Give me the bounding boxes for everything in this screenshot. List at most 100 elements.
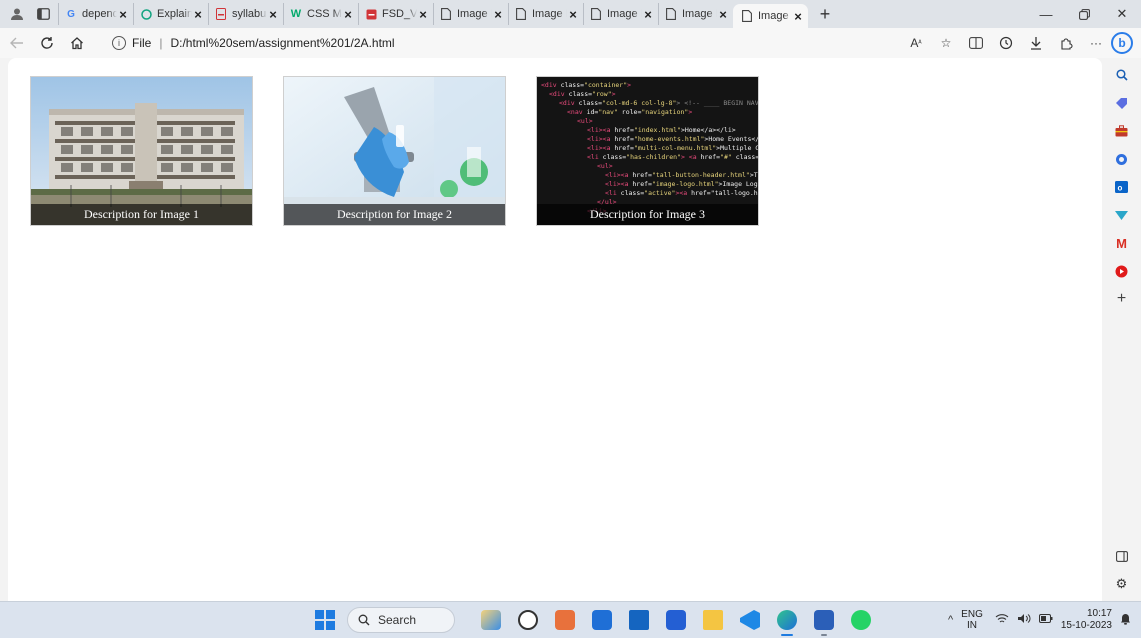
region-code: IN [967,620,977,631]
notification-bell-icon[interactable] [1120,613,1131,628]
calculator-icon[interactable] [588,606,616,634]
vscode-icon[interactable] [736,606,764,634]
sidebar-toggle-icon[interactable] [1111,545,1133,567]
split-screen-icon[interactable] [961,30,991,56]
svg-text:<li class="active"><a href="ta: <li class="active"><a href="tall-logo.ht… [605,189,759,197]
close-tab-icon[interactable]: × [267,7,279,22]
info-icon[interactable]: i [112,36,126,50]
restore-icon[interactable] [1065,0,1103,28]
browser-toolbar: i File | D:/html%20sem/assignment%201/2A… [0,28,1141,58]
chevron-up-icon[interactable]: ^ [948,614,953,626]
tab-4[interactable]: FSD_Vsem × [358,3,433,25]
close-tab-icon[interactable]: × [642,7,654,22]
address-bar[interactable]: i File | D:/html%20sem/assignment%201/2A… [112,31,872,55]
close-tab-icon[interactable]: × [417,7,429,22]
gallery-card-3[interactable]: <div class="container"> <div class="row"… [536,76,759,226]
image-caption: Description for Image 1 [31,204,252,225]
tab-0[interactable]: G dependent × [58,3,133,25]
close-tab-icon[interactable]: × [492,7,504,22]
svg-text:<li><a href="multi-col-menu.ht: <li><a href="multi-col-menu.html">Multip… [587,144,759,152]
history-icon[interactable] [991,30,1021,56]
google-icon: G [67,8,75,20]
svg-text:<li><a href="index.html">Home<: <li><a href="index.html">Home</a></li> [587,126,736,134]
home-button[interactable] [64,31,90,55]
language-indicator[interactable]: ENG IN [961,609,983,631]
tab-label: Image Hov [758,10,792,22]
tab-3[interactable]: W CSS Media × [283,3,358,25]
briefcase-icon[interactable] [1111,120,1133,142]
extensions-icon[interactable] [1051,30,1081,56]
file-explorer-icon[interactable] [699,606,727,634]
settings-gear-icon[interactable]: ⚙ [1111,573,1133,595]
refresh-button[interactable] [34,31,60,55]
youtube-icon[interactable] [1111,260,1133,282]
pdf-icon [215,8,227,20]
tab-label: Image Hov [457,8,492,20]
close-tab-icon[interactable]: × [567,7,579,22]
taskbar-search[interactable]: Search [347,607,455,633]
app-orange-icon[interactable] [551,606,579,634]
read-aloud-icon[interactable]: Aᴬ [901,30,931,56]
gallery-card-1[interactable]: Description for Image 1 [30,76,253,226]
tab-8[interactable]: Image Hov × [658,3,733,25]
image-caption: Description for Image 3 [537,204,758,225]
close-tab-icon[interactable]: × [117,7,129,22]
more-options-icon[interactable]: ··· [1081,30,1111,56]
drop-icon[interactable] [1111,204,1133,226]
tab-2[interactable]: syllabus.pd × [208,3,283,25]
battery-icon[interactable] [1038,614,1053,626]
start-button[interactable] [315,610,335,630]
office-icon[interactable] [1111,148,1133,170]
svg-text:<div class="row">: <div class="row"> [549,90,616,98]
tab-actions-icon[interactable] [34,5,52,23]
outlook-icon[interactable]: o [1111,176,1133,198]
search-icon[interactable] [1111,64,1133,86]
downloads-icon[interactable] [1021,30,1051,56]
profile-icon[interactable] [8,5,26,23]
system-clock[interactable]: 10:17 15-10-2023 [1061,608,1112,632]
gmail-icon[interactable]: M [1111,232,1133,254]
mail-icon[interactable] [625,606,653,634]
close-tab-icon[interactable]: × [342,7,354,22]
svg-text:<div class="container">: <div class="container"> [541,81,631,89]
page-icon [440,8,452,20]
close-window-icon[interactable]: ✕ [1103,0,1141,28]
url-text: D:/html%20sem/assignment%201/2A.html [170,36,395,50]
close-tab-icon[interactable]: × [717,7,729,22]
edge-icon[interactable] [773,606,801,636]
clock-date: 15-10-2023 [1060,620,1112,631]
wifi-icon[interactable] [995,613,1009,627]
word-icon[interactable] [810,606,838,636]
close-tab-icon[interactable]: × [792,9,804,24]
pdf-icon [365,8,377,20]
store-icon[interactable] [662,606,690,634]
svg-text:<li><a href="home-events.html": <li><a href="home-events.html">Home Even… [587,135,759,143]
tab-9-active[interactable]: Image Hov × [733,4,808,28]
tab-label: Image Hov [607,8,642,20]
gallery-card-2[interactable]: Description for Image 2 [283,76,506,226]
tab-5[interactable]: Image Hov × [433,3,508,25]
page-icon [741,10,753,22]
address-prefix: File [132,36,152,50]
copilot-icon[interactable]: b [1111,32,1133,54]
tab-6[interactable]: Image Hov × [508,3,583,25]
minimize-icon[interactable]: — [1027,0,1065,28]
volume-icon[interactable] [1017,613,1031,627]
tab-1[interactable]: Explaining × [133,3,208,25]
page-icon [590,8,602,20]
tag-icon[interactable] [1111,92,1133,114]
close-tab-icon[interactable]: × [192,7,204,22]
widgets-icon[interactable] [477,606,505,634]
lang-code: ENG [961,609,983,620]
back-button[interactable] [4,31,30,55]
page-content: Description for Image 1 Description for … [8,58,1102,601]
tab-7[interactable]: Image Hov × [583,3,658,25]
svg-text:<ul>: <ul> [597,162,613,170]
image-caption: Description for Image 2 [284,204,505,225]
new-tab-button[interactable]: + [814,4,836,25]
dell-icon[interactable] [514,606,542,634]
favorite-star-icon[interactable]: ☆ [931,30,961,56]
add-icon[interactable]: + [1111,288,1133,310]
address-separator: | [159,36,163,50]
whatsapp-icon[interactable] [847,606,875,634]
